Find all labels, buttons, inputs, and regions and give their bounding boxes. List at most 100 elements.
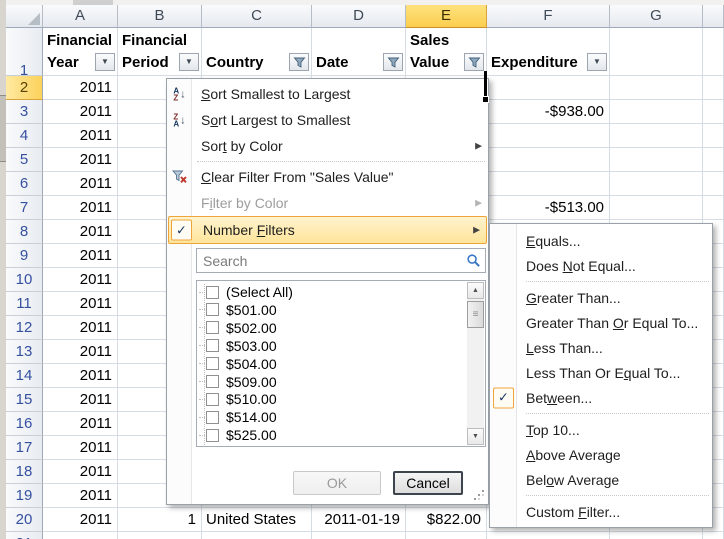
cell-A5[interactable]: 2011: [43, 148, 118, 172]
checkbox-icon[interactable]: [206, 286, 219, 299]
cell-A17[interactable]: 2011: [43, 436, 118, 460]
submenu-item-greater-than[interactable]: Greater Than...: [490, 285, 712, 310]
cell-F4[interactable]: [487, 124, 610, 148]
menu-item-clear-filter[interactable]: Clear Filter From "Sales Value": [167, 164, 488, 190]
cell-A21[interactable]: [43, 532, 118, 539]
cell-A12[interactable]: 2011: [43, 316, 118, 340]
submenu-item-less-than-or-equal-to[interactable]: Less Than Or Equal To...: [490, 360, 712, 385]
cell-H21[interactable]: [703, 532, 724, 539]
row-header-19[interactable]: 19: [6, 484, 43, 508]
column-header-a[interactable]: A: [43, 5, 118, 28]
filter-applied-button[interactable]: [464, 53, 484, 71]
checkbox-icon[interactable]: [206, 375, 219, 388]
cell-H3[interactable]: [703, 100, 724, 124]
cell-G21[interactable]: [610, 532, 703, 539]
column-header-g[interactable]: G: [610, 5, 703, 28]
resize-grip[interactable]: [473, 489, 485, 501]
submenu-item-greater-than-or-equal-to[interactable]: Greater Than Or Equal To...: [490, 310, 712, 335]
row-header-9[interactable]: 9: [6, 244, 43, 268]
cell-F6[interactable]: [487, 172, 610, 196]
search-icon[interactable]: [465, 252, 482, 269]
menu-item-sort-smallest-to-largest[interactable]: AZ↓Sort Smallest to Largest: [167, 81, 488, 107]
submenu-item-above-average[interactable]: Above Average: [490, 442, 712, 467]
cell-A4[interactable]: 2011: [43, 124, 118, 148]
submenu-item-below-average[interactable]: Below Average: [490, 467, 712, 492]
cell-F3[interactable]: -$938.00: [487, 100, 610, 124]
submenu-item-top-10[interactable]: Top 10...: [490, 417, 712, 442]
row-header-7[interactable]: 7: [6, 196, 43, 220]
fill-handle[interactable]: [482, 96, 489, 103]
header-cell-partial[interactable]: [703, 28, 724, 76]
cell-A18[interactable]: 2011: [43, 460, 118, 484]
cell-F5[interactable]: [487, 148, 610, 172]
ok-button[interactable]: OK: [293, 471, 381, 495]
cell-G3[interactable]: [610, 100, 703, 124]
cell-C20[interactable]: United States: [202, 508, 312, 532]
cell-A6[interactable]: 2011: [43, 172, 118, 196]
row-header-20[interactable]: 20: [6, 508, 43, 532]
cell-C21[interactable]: [202, 532, 312, 539]
checkbox-icon[interactable]: [206, 321, 219, 334]
list-item[interactable]: $504.00: [197, 355, 485, 373]
checkbox-icon[interactable]: [206, 339, 219, 352]
submenu-item-between[interactable]: ✓Between...: [490, 385, 712, 410]
row-header-3[interactable]: 3: [6, 100, 43, 124]
submenu-item-does-not-equal[interactable]: Does Not Equal...: [490, 253, 712, 278]
cell-F21[interactable]: [487, 532, 610, 539]
row-header-1[interactable]: 1: [6, 28, 43, 76]
submenu-item-less-than[interactable]: Less Than...: [490, 335, 712, 360]
cell-E20[interactable]: $822.00: [406, 508, 487, 532]
cell-F7[interactable]: -$513.00: [487, 196, 610, 220]
column-header-d[interactable]: D: [312, 5, 406, 28]
header-cell-a[interactable]: FinancialYear▼: [43, 28, 118, 76]
cell-D20[interactable]: 2011-01-19: [312, 508, 406, 532]
cell-B21[interactable]: [118, 532, 202, 539]
header-cell-d[interactable]: Date: [312, 28, 406, 76]
column-header-partial[interactable]: [703, 5, 724, 28]
search-input[interactable]: [201, 251, 460, 271]
cell-F2[interactable]: [487, 76, 610, 100]
row-header-15[interactable]: 15: [6, 388, 43, 412]
cell-A20[interactable]: 2011: [43, 508, 118, 532]
cell-A11[interactable]: 2011: [43, 292, 118, 316]
cell-A7[interactable]: 2011: [43, 196, 118, 220]
checkbox-icon[interactable]: [206, 393, 219, 406]
list-item[interactable]: $509.00: [197, 373, 485, 391]
cell-H2[interactable]: [703, 76, 724, 100]
cell-A9[interactable]: 2011: [43, 244, 118, 268]
column-header-e[interactable]: E: [406, 5, 487, 28]
cell-D21[interactable]: [312, 532, 406, 539]
filter-dropdown-button[interactable]: ▼: [587, 53, 607, 71]
cell-A13[interactable]: 2011: [43, 340, 118, 364]
cell-G5[interactable]: [610, 148, 703, 172]
row-header-6[interactable]: 6: [6, 172, 43, 196]
cell-A16[interactable]: 2011: [43, 412, 118, 436]
cell-A14[interactable]: 2011: [43, 364, 118, 388]
row-header-21[interactable]: 21: [6, 532, 43, 539]
list-item[interactable]: $514.00: [197, 408, 485, 426]
cell-G4[interactable]: [610, 124, 703, 148]
menu-item-number-filters[interactable]: ✓Number Filters▶: [168, 216, 487, 244]
cell-A2[interactable]: 2011: [43, 76, 118, 100]
cell-H5[interactable]: [703, 148, 724, 172]
cell-A8[interactable]: 2011: [43, 220, 118, 244]
checkbox-icon[interactable]: [206, 411, 219, 424]
filter-applied-button[interactable]: [289, 53, 309, 71]
row-header-12[interactable]: 12: [6, 316, 43, 340]
row-header-5[interactable]: 5: [6, 148, 43, 172]
submenu-item-equals[interactable]: Equals...: [490, 228, 712, 253]
header-cell-f[interactable]: Expenditure▼: [487, 28, 610, 76]
header-cell-e[interactable]: SalesValue: [406, 28, 487, 76]
scroll-down-icon[interactable]: ▼: [467, 428, 484, 445]
checkbox-icon[interactable]: [206, 429, 219, 442]
row-header-2[interactable]: 2: [6, 76, 43, 100]
scroll-up-icon[interactable]: ▲: [467, 282, 484, 299]
cell-A15[interactable]: 2011: [43, 388, 118, 412]
row-header-13[interactable]: 13: [6, 340, 43, 364]
list-item[interactable]: $510.00: [197, 390, 485, 408]
row-header-16[interactable]: 16: [6, 412, 43, 436]
scrollbar-thumb[interactable]: ≡: [467, 301, 484, 328]
cell-G7[interactable]: [610, 196, 703, 220]
checkbox-icon[interactable]: [206, 303, 219, 316]
cancel-button[interactable]: Cancel: [393, 471, 463, 495]
